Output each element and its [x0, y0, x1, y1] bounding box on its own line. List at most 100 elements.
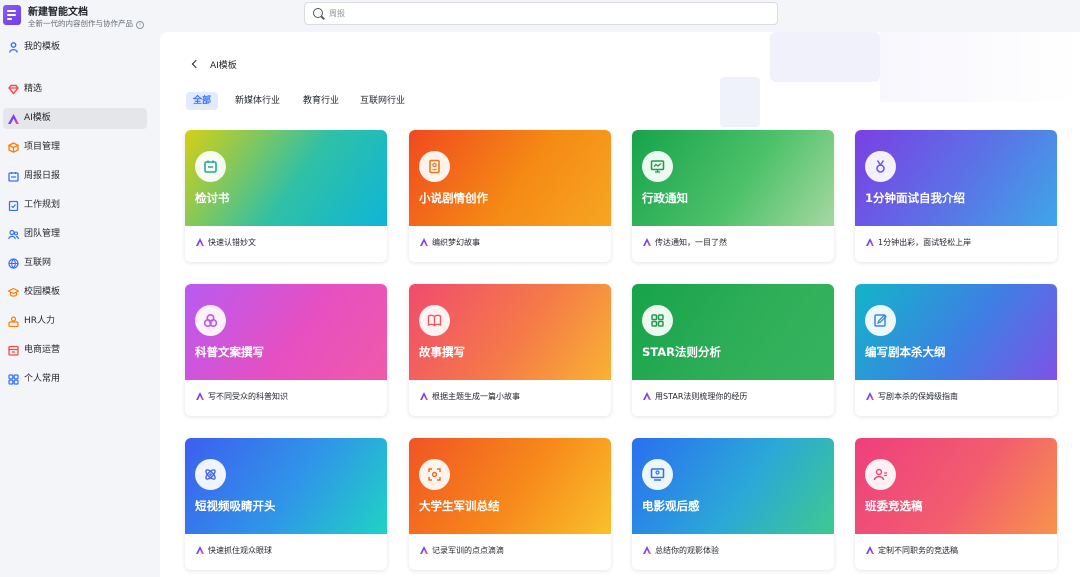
open-book-icon — [419, 305, 450, 336]
card-description: 1分钟出彩，面试轻松上岸 — [866, 237, 971, 248]
template-card[interactable]: 编写剧本杀大纲 写剧本杀的保姆级指南 — [855, 284, 1057, 416]
sidebar: 我的模板 精选 AI模板 项目管理 周报日报 工作规划 团队管理 互联网 校园模… — [0, 32, 160, 577]
card-title: 短视频吸睛开头 — [195, 499, 276, 513]
sidebar-item-label: 工作规划 — [24, 200, 61, 210]
template-card[interactable]: 故事撰写 根据主题生成一篇小故事 — [409, 284, 611, 416]
app-title: 新建智能文档 — [28, 7, 88, 18]
edit-icon — [865, 305, 896, 336]
sidebar-item-project-management[interactable]: 项目管理 — [3, 137, 147, 158]
team-icon — [8, 229, 19, 240]
ai-icon — [866, 392, 874, 400]
app-logo-icon[interactable] — [3, 5, 21, 25]
globe-icon — [8, 258, 19, 269]
sidebar-item-label: 周报日报 — [24, 171, 61, 181]
sidebar-item-ecommerce[interactable]: 电商运营 — [3, 340, 147, 361]
person-badge-icon — [8, 316, 19, 328]
sidebar-item-label: 我的模板 — [24, 42, 61, 52]
ai-icon — [420, 392, 428, 400]
template-card[interactable]: 短视频吸睛开头 快速抓住观众眼球 — [185, 438, 387, 570]
template-card[interactable]: 班委竞选稿 定制不同职务的竞选稿 — [855, 438, 1057, 570]
template-card[interactable]: 1分钟面试自我介绍 1分钟出彩，面试轻松上岸 — [855, 130, 1057, 262]
ai-icon — [643, 392, 651, 400]
target-icon — [419, 459, 450, 490]
page-title: AI模板 — [210, 61, 237, 71]
user-icon — [9, 42, 18, 53]
cube-icon — [8, 142, 19, 153]
card-description: 用STAR法则梳理你的经历 — [643, 391, 747, 402]
card-description: 写不同受众的科普知识 — [196, 391, 288, 402]
sidebar-item-internet[interactable]: 互联网 — [3, 253, 147, 274]
sidebar-item-label: 互联网 — [24, 258, 52, 268]
card-title: 科普文案撰写 — [195, 345, 264, 359]
flask-icon — [195, 305, 226, 336]
tab-internet[interactable]: 互联网行业 — [360, 92, 405, 110]
book-icon — [419, 151, 450, 182]
atom-icon — [195, 459, 226, 490]
card-description: 定制不同职务的竞选稿 — [866, 545, 958, 556]
sidebar-item-label: 电商运营 — [24, 345, 61, 355]
template-card[interactable]: 小说剧情创作 编织梦幻故事 — [409, 130, 611, 262]
grid-icon — [8, 374, 19, 385]
sidebar-item-work-planning[interactable]: 工作规划 — [3, 195, 147, 216]
back-arrow-icon[interactable] — [191, 59, 201, 69]
sidebar-item-weekly-report[interactable]: 周报日报 — [3, 166, 147, 187]
search-input[interactable]: 周报 — [304, 2, 778, 25]
sidebar-item-label: HR人力 — [24, 316, 56, 326]
ai-icon — [643, 238, 651, 246]
graduation-cap-icon — [7, 287, 20, 298]
calendar-icon — [195, 151, 226, 182]
medal-icon — [865, 151, 896, 182]
card-description: 快速抓住观众眼球 — [196, 545, 272, 556]
ai-icon — [866, 546, 874, 554]
ai-icon — [420, 546, 428, 554]
card-description: 快速认错妙文 — [196, 237, 256, 248]
card-description: 总结你的观影体验 — [643, 545, 719, 556]
monitor-icon — [642, 151, 673, 182]
card-title: 行政通知 — [642, 191, 688, 205]
sidebar-item-label: 校园模板 — [24, 287, 61, 297]
sidebar-item-campus[interactable]: 校园模板 — [3, 282, 147, 303]
template-card[interactable]: 大学生军训总结 记录军训的点点滴滴 — [409, 438, 611, 570]
tab-education[interactable]: 教育行业 — [303, 92, 339, 110]
card-title: 大学生军训总结 — [419, 499, 500, 513]
tab-all[interactable]: 全部 — [186, 92, 219, 110]
clipboard-icon — [8, 200, 19, 212]
template-card[interactable]: 科普文案撰写 写不同受众的科普知识 — [185, 284, 387, 416]
sidebar-item-label: AI模板 — [24, 113, 51, 123]
ai-icon — [196, 546, 204, 554]
grid-icon — [642, 305, 673, 336]
top-bar: 新建智能文档 全新一代的内容创作与协作产品 i 周报 — [0, 0, 1080, 32]
card-description: 传达通知，一目了然 — [643, 237, 727, 248]
card-title: 编写剧本杀大纲 — [865, 345, 946, 359]
ai-icon — [8, 114, 19, 124]
sidebar-item-ai-templates[interactable]: AI模板 — [3, 108, 147, 129]
shop-icon — [8, 345, 19, 356]
template-card[interactable]: 电影观后感 总结你的观影体验 — [632, 438, 834, 570]
app-subtitle: 全新一代的内容创作与协作产品 i — [28, 18, 144, 29]
card-description: 记录军训的点点滴滴 — [420, 545, 504, 556]
template-card[interactable]: STAR法则分析 用STAR法则梳理你的经历 — [632, 284, 834, 416]
card-title: 检讨书 — [195, 191, 230, 205]
sidebar-item-team-management[interactable]: 团队管理 — [3, 224, 147, 245]
sidebar-item-label: 精选 — [24, 84, 43, 94]
user-card-icon — [865, 459, 896, 490]
card-title: 班委竞选稿 — [865, 499, 923, 513]
sidebar-item-label: 个人常用 — [24, 374, 61, 384]
tab-new-media[interactable]: 新媒体行业 — [235, 92, 280, 110]
template-card[interactable]: 行政通知 传达通知，一目了然 — [632, 130, 834, 262]
ai-icon — [420, 238, 428, 246]
ai-icon — [196, 238, 204, 246]
sidebar-item-label: 项目管理 — [24, 142, 61, 152]
main-panel: AI模板 全部 新媒体行业 教育行业 互联网行业 检讨书 快速认错妙文 小说剧情… — [160, 32, 1080, 577]
sidebar-item-hr[interactable]: HR人力 — [3, 311, 147, 332]
card-title: 电影观后感 — [642, 499, 700, 513]
card-description: 编织梦幻故事 — [420, 237, 480, 248]
card-description: 写剧本杀的保姆级指南 — [866, 391, 958, 402]
info-icon[interactable]: i — [136, 21, 144, 29]
sidebar-item-my-templates[interactable]: 我的模板 — [3, 37, 147, 58]
calendar-icon — [8, 171, 19, 182]
template-card[interactable]: 检讨书 快速认错妙文 — [185, 130, 387, 262]
ai-icon — [643, 546, 651, 554]
sidebar-item-personal[interactable]: 个人常用 — [3, 369, 147, 390]
sidebar-item-featured[interactable]: 精选 — [3, 79, 147, 100]
